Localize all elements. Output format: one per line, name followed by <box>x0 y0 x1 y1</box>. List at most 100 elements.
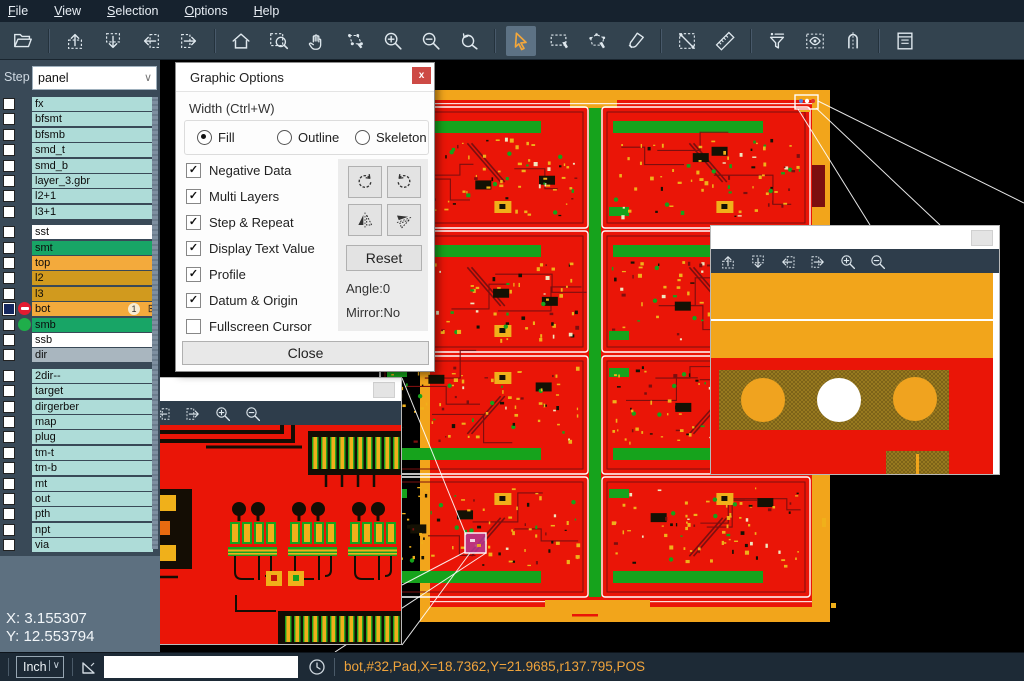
layer-checkbox[interactable] <box>3 129 15 141</box>
layer-name[interactable]: target <box>32 384 153 398</box>
layer-checkbox[interactable] <box>3 206 15 218</box>
layer-checkbox[interactable] <box>3 401 15 413</box>
radio-skeleton[interactable]: Skeleton <box>355 130 427 145</box>
layer-name[interactable]: smd_t <box>32 143 153 157</box>
layer-checkbox[interactable] <box>3 416 15 428</box>
checkbox-negative-data[interactable]: ✓Negative Data <box>186 163 291 178</box>
layer-checkbox[interactable] <box>3 98 15 110</box>
layer-name[interactable]: top <box>32 256 153 270</box>
layer-checkbox[interactable] <box>3 319 15 331</box>
layer-name[interactable]: l2+1 <box>32 189 153 203</box>
view-options-button[interactable] <box>800 26 830 56</box>
close-button[interactable]: Close <box>182 341 429 365</box>
layer-name[interactable]: tm-b <box>32 461 153 475</box>
layer-checkbox[interactable] <box>3 508 15 520</box>
zoom-out-icon[interactable] <box>244 405 262 423</box>
open-button[interactable] <box>8 26 38 56</box>
zoom-out-icon[interactable] <box>869 253 887 271</box>
layer-checkbox[interactable] <box>3 242 15 254</box>
brush-button[interactable] <box>620 26 650 56</box>
reset-button[interactable]: Reset <box>346 245 422 271</box>
layer-name[interactable]: fx <box>32 97 153 111</box>
filter-button[interactable] <box>762 26 792 56</box>
layer-checkbox[interactable] <box>3 272 15 284</box>
pan-down-button[interactable] <box>98 26 128 56</box>
mirror-y-button[interactable] <box>387 204 421 236</box>
checkbox-datum-origin[interactable]: ✓Datum & Origin <box>186 293 298 308</box>
layer-checkbox[interactable] <box>3 462 15 474</box>
menu-file[interactable]: File <box>8 4 28 18</box>
zoom-in-button[interactable] <box>378 26 408 56</box>
dialog-titlebar[interactable]: Graphic Options x <box>176 63 434 92</box>
pan-right-icon[interactable] <box>809 253 827 271</box>
polygon-select-button[interactable] <box>582 26 612 56</box>
zoom-previous-button[interactable] <box>454 26 484 56</box>
checkbox-profile[interactable]: ✓Profile <box>186 267 246 282</box>
layer-checkbox[interactable] <box>3 539 15 551</box>
angle-mode-icon[interactable] <box>80 658 98 676</box>
layer-name[interactable]: layer_3.gbr <box>32 174 153 188</box>
snap-button[interactable] <box>838 26 868 56</box>
layer-checkbox[interactable] <box>3 303 15 315</box>
magnifier-window-2[interactable] <box>710 225 1000 475</box>
checkbox-fullscreen-cursor[interactable]: Fullscreen Cursor <box>186 319 312 334</box>
layer-name[interactable]: bfsmt <box>32 112 153 126</box>
pan-right-button[interactable] <box>174 26 204 56</box>
layer-name[interactable]: npt <box>32 523 153 537</box>
layer-name[interactable]: map <box>32 415 153 429</box>
layer-name[interactable]: via <box>32 538 153 552</box>
layer-checkbox[interactable] <box>3 175 15 187</box>
layer-name[interactable]: 2dir-- <box>32 369 153 383</box>
menu-selection[interactable]: Selection <box>107 4 158 18</box>
ruler-button[interactable] <box>710 26 740 56</box>
menu-view[interactable]: View <box>54 4 81 18</box>
layer-name[interactable]: out <box>32 492 153 506</box>
zoom-in-icon[interactable] <box>214 405 232 423</box>
layer-checkbox[interactable] <box>3 190 15 202</box>
window-button[interactable] <box>971 230 993 246</box>
layer-name[interactable]: dirgerber <box>32 400 153 414</box>
layer-name[interactable]: smb <box>32 318 153 332</box>
red-layer-indicator-icon[interactable] <box>18 302 31 315</box>
layer-checkbox[interactable] <box>3 493 15 505</box>
layer-checkbox[interactable] <box>3 257 15 269</box>
pan-left-button[interactable] <box>136 26 166 56</box>
layer-checkbox[interactable] <box>3 447 15 459</box>
radio-fill[interactable]: Fill <box>197 130 235 145</box>
zoom-out-button[interactable] <box>416 26 446 56</box>
window-button[interactable] <box>373 382 395 398</box>
rotate-cw-button[interactable] <box>348 166 382 198</box>
layer-checkbox[interactable] <box>3 226 15 238</box>
pan-up-icon[interactable] <box>719 253 737 271</box>
pan-down-icon[interactable] <box>749 253 767 271</box>
measure-distance-button[interactable] <box>672 26 702 56</box>
checkbox-display-text-value[interactable]: ✓Display Text Value <box>186 241 315 256</box>
rotate-ccw-button[interactable] <box>387 166 421 198</box>
vertex-move-button[interactable] <box>340 26 370 56</box>
layer-name[interactable]: smd_b <box>32 159 153 173</box>
checkbox-step-repeat[interactable]: ✓Step & Repeat <box>186 215 294 230</box>
layer-name[interactable]: l3+1 <box>32 205 153 219</box>
pan-left-icon[interactable] <box>779 253 797 271</box>
layer-checkbox[interactable] <box>3 113 15 125</box>
layer-name[interactable]: pth <box>32 507 153 521</box>
magnifier-2-content[interactable] <box>711 273 999 474</box>
menu-options[interactable]: Options <box>184 4 227 18</box>
layer-name[interactable]: bfsmb <box>32 128 153 142</box>
layer-checkbox[interactable] <box>3 370 15 382</box>
rect-select-button[interactable] <box>544 26 574 56</box>
layer-name[interactable]: dir <box>32 348 153 362</box>
history-clock-icon[interactable] <box>308 658 326 676</box>
layer-name[interactable]: sst <box>32 225 153 239</box>
layer-checkbox[interactable] <box>3 431 15 443</box>
pan-up-button[interactable] <box>60 26 90 56</box>
pan-hand-button[interactable] <box>302 26 332 56</box>
zoom-window-button[interactable] <box>264 26 294 56</box>
command-input[interactable] <box>104 656 298 678</box>
layer-name[interactable]: plug <box>32 430 153 444</box>
layer-checkbox[interactable] <box>3 160 15 172</box>
select-tool-button[interactable] <box>506 26 536 56</box>
green-layer-indicator-icon[interactable] <box>18 318 31 331</box>
menu-help[interactable]: Help <box>254 4 280 18</box>
layer-checkbox[interactable] <box>3 478 15 490</box>
